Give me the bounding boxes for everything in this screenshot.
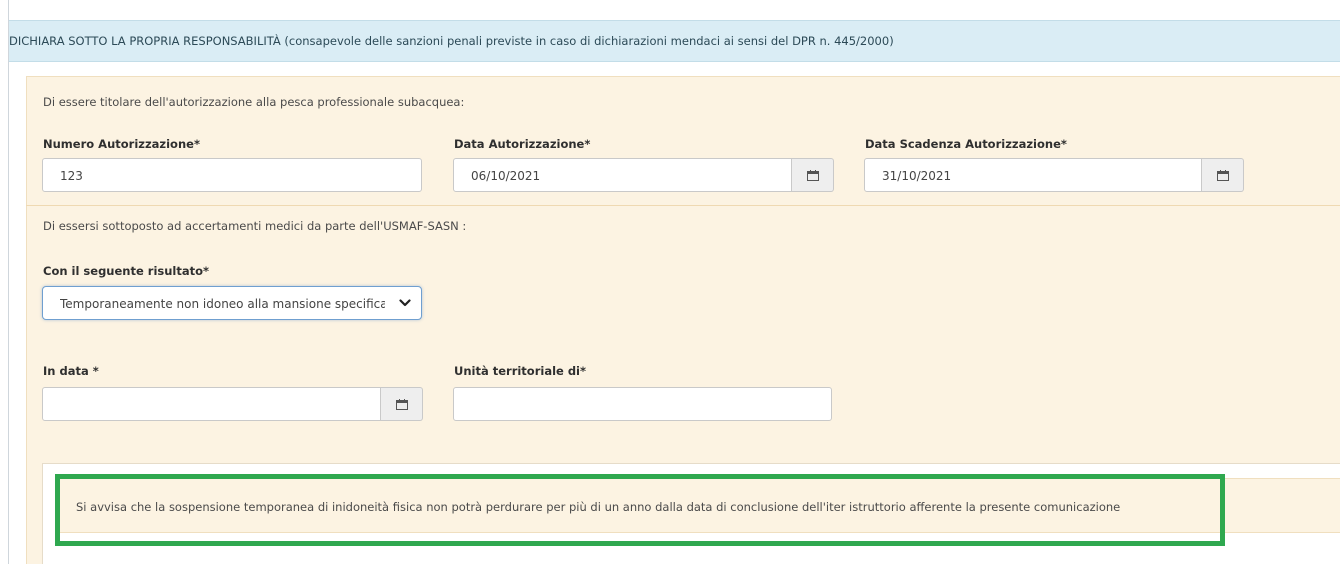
- numero-autorizzazione-input[interactable]: 123: [42, 158, 422, 192]
- data-scadenza-input[interactable]: 31/10/2021: [864, 158, 1202, 192]
- in-data-calendar-button[interactable]: [381, 387, 423, 421]
- data-scadenza-calendar-button[interactable]: [1202, 158, 1244, 192]
- medical-intro: Di essersi sottoposto ad accertamenti me…: [43, 219, 467, 233]
- risultato-select[interactable]: Temporaneamente non idoneo alla mansione…: [42, 286, 422, 320]
- in-data-input[interactable]: [42, 387, 381, 421]
- section-divider: [26, 205, 1340, 206]
- calendar-icon: [806, 169, 819, 181]
- unita-territoriale-input[interactable]: [453, 387, 832, 421]
- page-left-border: [8, 0, 9, 564]
- calendar-icon: [1216, 169, 1229, 181]
- data-autorizzazione-calendar-button[interactable]: [792, 158, 834, 192]
- data-autorizzazione-input[interactable]: 06/10/2021: [453, 158, 792, 192]
- declaration-header-text: DICHIARA SOTTO LA PROPRIA RESPONSABILITÀ…: [9, 34, 894, 48]
- unita-territoriale-label: Unità territoriale di*: [454, 364, 587, 378]
- calendar-icon: [395, 398, 408, 410]
- declaration-header: DICHIARA SOTTO LA PROPRIA RESPONSABILITÀ…: [9, 20, 1340, 62]
- in-data-label: In data *: [43, 364, 99, 378]
- data-scadenza-label: Data Scadenza Autorizzazione*: [865, 137, 1067, 151]
- numero-autorizzazione-label: Numero Autorizzazione*: [43, 137, 200, 151]
- notice-highlight-frame: [55, 474, 1225, 546]
- data-autorizzazione-label: Data Autorizzazione*: [454, 137, 591, 151]
- authorization-intro: Di essere titolare dell'autorizzazione a…: [43, 95, 465, 109]
- chevron-down-icon: [399, 299, 411, 307]
- risultato-label: Con il seguente risultato*: [43, 264, 210, 278]
- risultato-selected-value: Temporaneamente non idoneo alla mansione…: [60, 297, 385, 311]
